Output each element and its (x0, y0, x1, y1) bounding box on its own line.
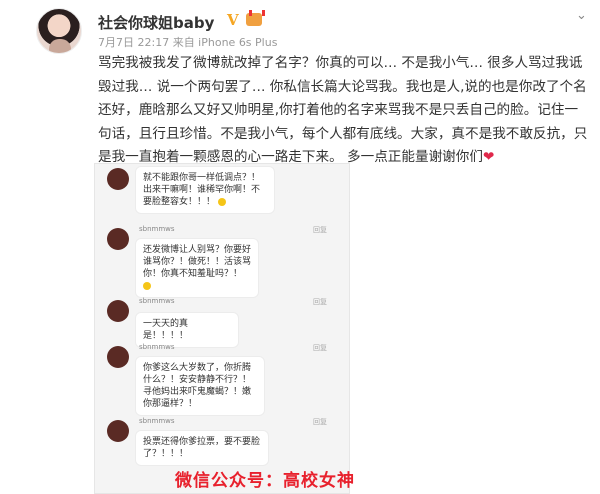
comment-avatar (107, 228, 129, 250)
emoji-icon (217, 197, 226, 206)
embedded-comments-screenshot: 就不能跟你哥一样低调点？！出来干嘛啊！谁稀罕你啊！不要脸整容女！！！ sbnmm… (94, 163, 350, 494)
comment-text: 还发微博让人别骂？你要好谁骂你？！做死！！活该骂你！你真不知羞耻吗？！ (143, 245, 252, 279)
emoji-icon (143, 281, 151, 290)
watermark: 微信公众号：高校女神 (175, 471, 355, 491)
post-body-text: 骂完我被我发了微博就改掉了名字？你真的可以… 不是我小气… 很多人骂过我诋毁过我… (98, 55, 588, 165)
comment-reply-link: 回复 (313, 298, 327, 306)
verified-icon: V (227, 11, 239, 29)
comment-avatar (107, 346, 129, 368)
post-meta: 7月7日 22:17 来自 iPhone 6s Plus (98, 36, 278, 49)
comment-avatar (107, 420, 129, 442)
member-crown-icon (246, 10, 265, 26)
comment-text: 一天天的真是！！！！ (143, 319, 189, 341)
heart-icon: ❤ (482, 149, 495, 165)
comment-reply-link: 回复 (313, 344, 327, 352)
post-header: 社会你球姐baby V 7月7日 22:17 来自 iPhone 6s Plus… (22, 4, 587, 54)
comment-username: sbnmmws (139, 417, 175, 425)
comment-text: 你爹这么大岁数了，你折腾什么？！安安静静不行？！寻他妈出来吓鬼魔蝎？！嫩你那逼样… (143, 363, 252, 409)
comment-avatar (107, 300, 129, 322)
comment-bubble: 投票还得你爹拉票，要不要脸了？！！！ (135, 430, 269, 466)
comment-bubble: 就不能跟你哥一样低调点？！出来干嘛啊！谁稀罕你啊！不要脸整容女！！！ (135, 166, 275, 214)
comment-username: sbnmmws (139, 225, 175, 233)
post-body: 骂完我被我发了微博就改掉了名字？你真的可以… 不是我小气… 很多人骂过我诋毁过我… (98, 52, 588, 170)
comment-avatar (107, 168, 129, 190)
comment-bubble: 还发微博让人别骂？你要好谁骂你？！做死！！活该骂你！你真不知羞耻吗？！ (135, 238, 259, 298)
comment-reply-link: 回复 (313, 226, 327, 234)
comment-username: sbnmmws (139, 343, 175, 351)
comment-bubble: 你爹这么大岁数了，你折腾什么？！安安静静不行？！寻他妈出来吓鬼魔蝎？！嫩你那逼样… (135, 356, 265, 416)
username[interactable]: 社会你球姐baby (98, 12, 214, 33)
comment-reply-link: 回复 (313, 418, 327, 426)
comment-username: sbnmmws (139, 297, 175, 305)
user-avatar[interactable] (36, 8, 82, 54)
comment-text: 就不能跟你哥一样低调点？！出来干嘛啊！谁稀罕你啊！不要脸整容女！！！ (143, 173, 261, 207)
comment-text: 投票还得你爹拉票，要不要脸了？！！！ (143, 437, 261, 459)
chevron-down-icon[interactable]: ⌄ (576, 8, 587, 23)
